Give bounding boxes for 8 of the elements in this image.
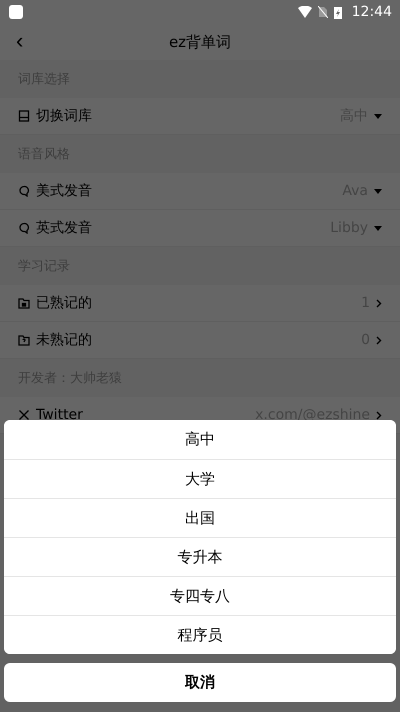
- status-time: 12:44: [352, 4, 392, 20]
- row-label: Twitter: [36, 407, 84, 423]
- row-label: 切换词库: [36, 107, 93, 125]
- row-label: 英式发音: [36, 219, 93, 237]
- page-title: ez背单词: [168, 32, 232, 52]
- row-label: 已熟记的: [36, 294, 93, 312]
- row-label: 美式发音: [36, 182, 93, 200]
- row-label: 未熟记的: [36, 331, 93, 349]
